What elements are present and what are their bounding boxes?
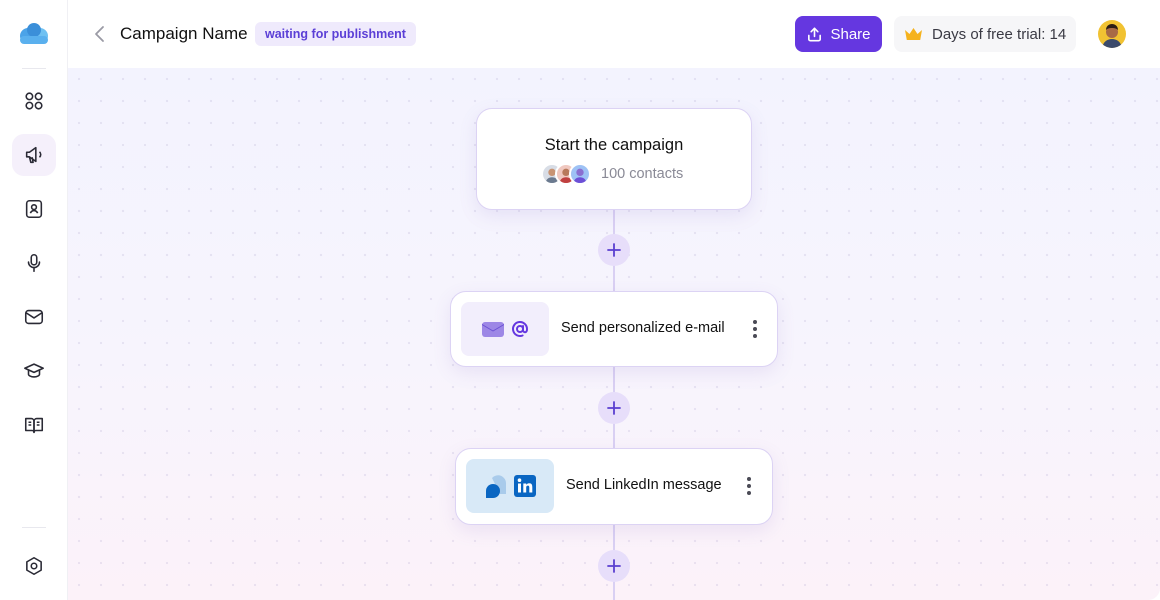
contact-avatars <box>541 163 591 185</box>
sidebar-item-contacts[interactable] <box>12 188 56 230</box>
status-badge: waiting for publishment <box>255 22 416 46</box>
top-bar: Campaign Name waiting for publishment Sh… <box>68 0 1160 68</box>
contacts-summary: 100 contacts <box>541 163 683 185</box>
book-open-icon <box>24 417 44 434</box>
graduation-cap-icon <box>24 363 44 378</box>
plus-icon <box>607 559 621 573</box>
trial-badge[interactable]: Days of free trial: 14 <box>894 16 1076 52</box>
sidebar-divider <box>22 527 46 528</box>
add-step-button[interactable] <box>598 392 630 424</box>
linkedin-icon <box>514 475 536 497</box>
start-title: Start the campaign <box>544 136 684 154</box>
at-sign-icon <box>512 321 529 337</box>
plus-icon <box>607 401 621 415</box>
share-label: Share <box>830 25 871 43</box>
app-logo[interactable] <box>18 22 50 46</box>
contact-avatar <box>569 163 591 185</box>
step-icon-email <box>461 302 549 356</box>
grid-icon <box>25 92 43 110</box>
page-title: Campaign Name <box>120 24 248 43</box>
sidebar-item-settings[interactable] <box>12 545 56 587</box>
sidebar-divider <box>22 68 46 69</box>
step-send-email[interactable]: Send personalized e-mail <box>450 291 778 367</box>
more-vertical-icon[interactable] <box>750 318 760 340</box>
microphone-icon <box>27 253 41 273</box>
avatar[interactable] <box>1098 20 1126 48</box>
contacts-book-icon <box>25 199 43 219</box>
sidebar <box>0 0 68 600</box>
add-step-button[interactable] <box>598 550 630 582</box>
step-label: Send LinkedIn message <box>566 477 722 493</box>
trial-label: Days of free trial: 14 <box>932 25 1067 43</box>
add-step-button[interactable] <box>598 234 630 266</box>
step-icon-linkedin <box>466 459 554 513</box>
start-node[interactable]: Start the campaign 100 contacts <box>476 108 752 210</box>
envelope-icon <box>482 322 504 337</box>
share-button[interactable]: Share <box>795 16 882 52</box>
step-send-linkedin[interactable]: Send LinkedIn message <box>455 448 773 525</box>
chat-bubble-icon <box>486 475 507 498</box>
mail-icon <box>24 309 44 325</box>
crown-icon <box>905 28 922 40</box>
sidebar-item-inbox[interactable] <box>12 296 56 338</box>
sidebar-item-academy[interactable] <box>12 350 56 392</box>
chevron-left-icon[interactable] <box>92 24 108 44</box>
contacts-count: 100 contacts <box>601 166 684 182</box>
sidebar-item-campaigns[interactable] <box>12 134 56 176</box>
megaphone-icon <box>25 146 42 164</box>
settings-icon <box>26 556 42 576</box>
sidebar-item-dashboard[interactable] <box>12 80 56 122</box>
more-vertical-icon[interactable] <box>744 475 754 497</box>
plus-icon <box>607 243 621 257</box>
sidebar-item-voice[interactable] <box>12 242 56 284</box>
step-label: Send personalized e-mail <box>561 320 725 336</box>
workflow-canvas[interactable]: Start the campaign 100 contacts Send per… <box>68 68 1160 600</box>
sidebar-item-knowledge[interactable] <box>12 404 56 446</box>
upload-icon <box>808 27 822 41</box>
